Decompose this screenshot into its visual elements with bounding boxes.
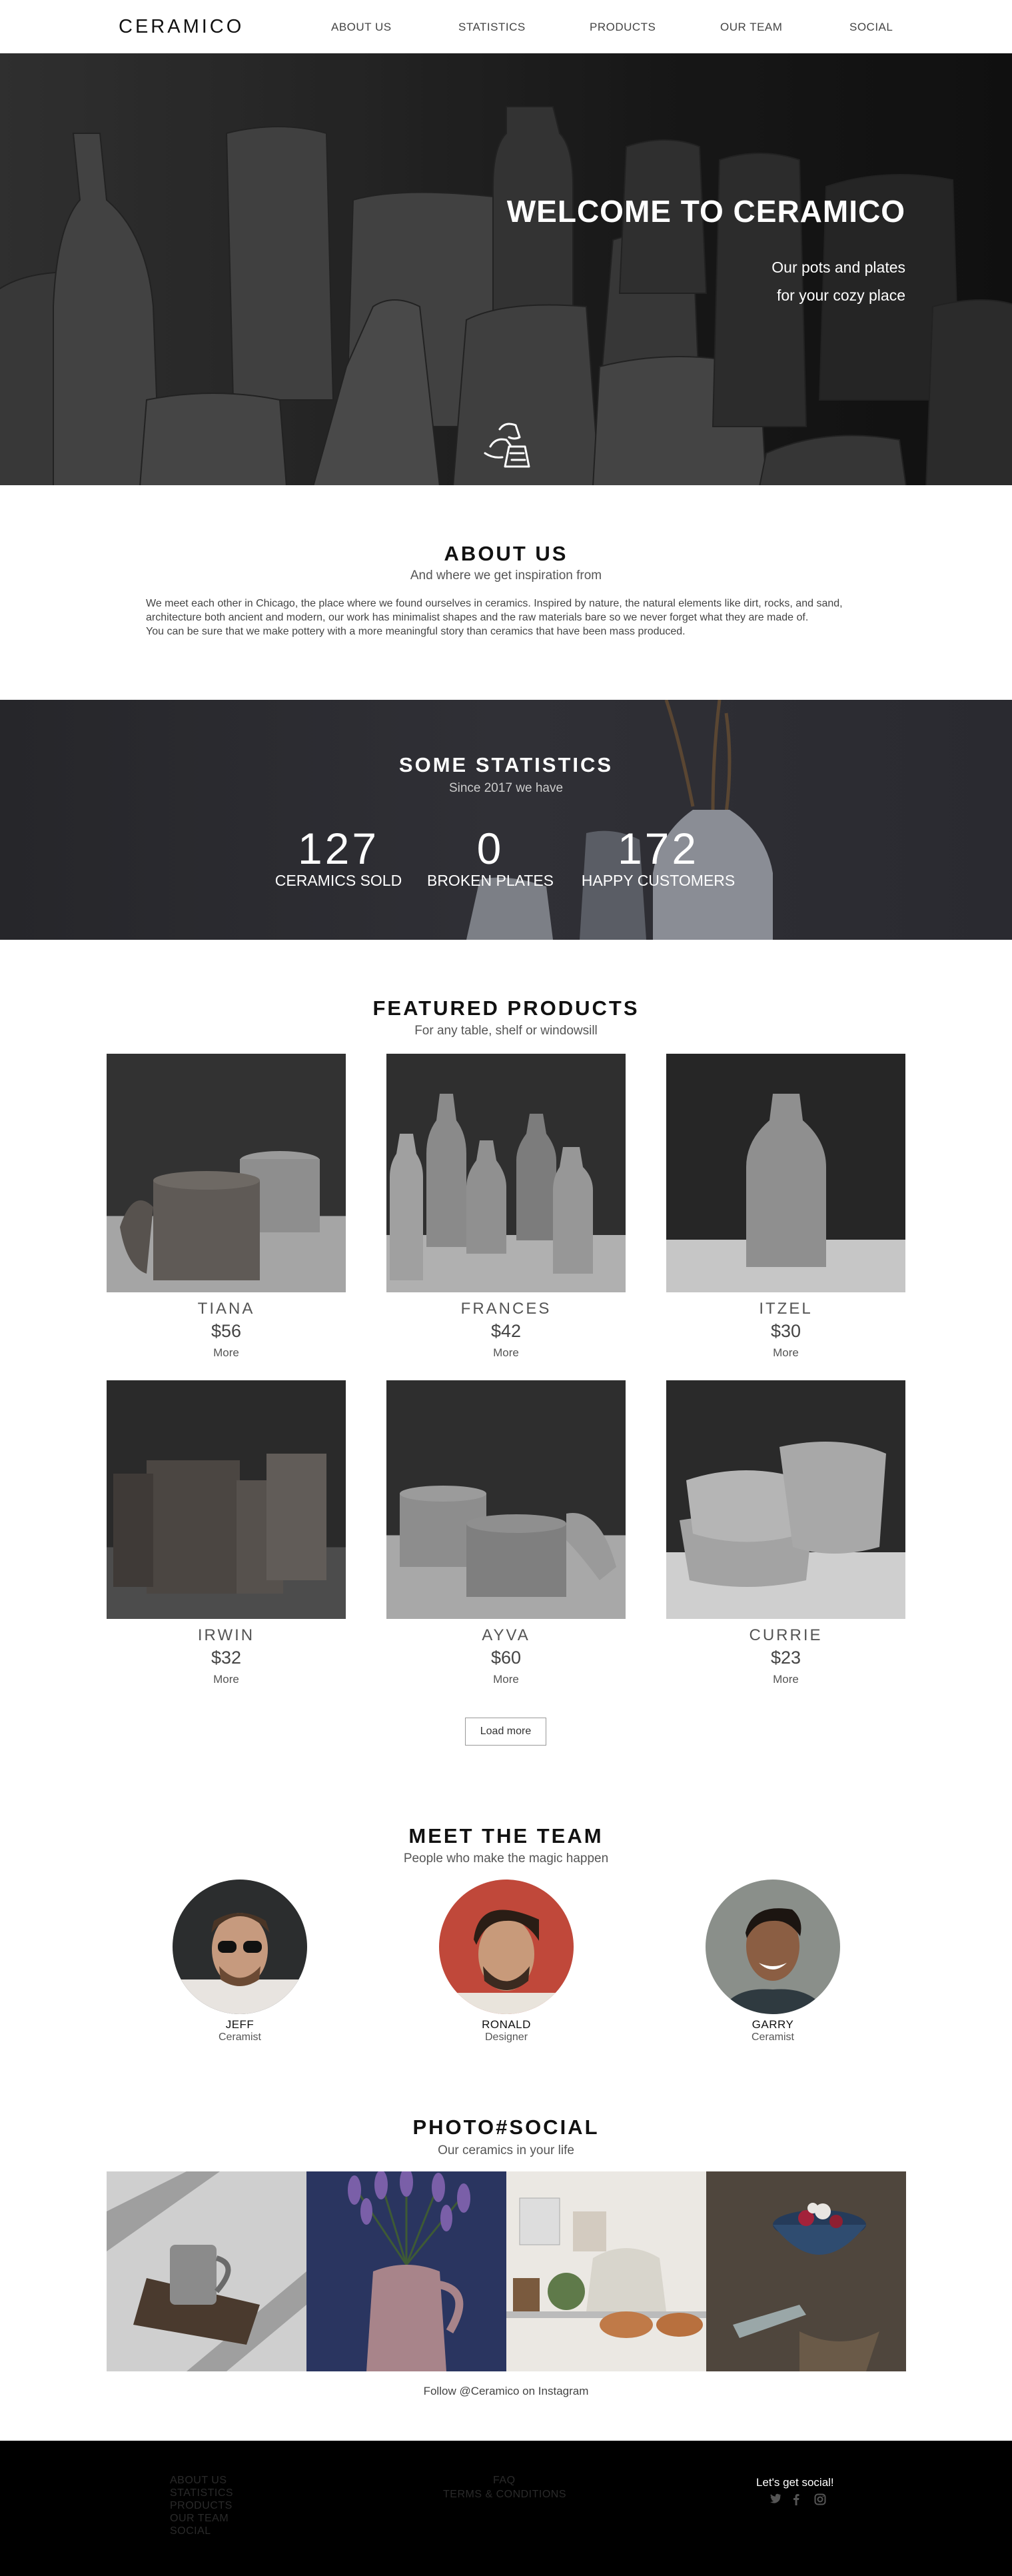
- product-name-frances[interactable]: FRANCES: [386, 1300, 626, 1318]
- top-nav: CERAMICO ABOUT US STATISTICS PRODUCTS OU…: [0, 0, 1012, 53]
- stat-value-ceramics-sold: 127: [297, 824, 380, 873]
- twitter-icon[interactable]: [769, 2493, 781, 2504]
- product-photo-tiana: [120, 1151, 320, 1280]
- statistics-title: SOME STATISTICS: [398, 753, 614, 776]
- social-photo-2[interactable]: [306, 2171, 506, 2371]
- product-name-currie[interactable]: CURRIE: [666, 1626, 905, 1645]
- portrait-ronald: [439, 1910, 574, 2014]
- nav-item-social[interactable]: SOCIAL: [849, 21, 893, 34]
- hero-subtitle: Our pots and plates for your cozy place: [771, 253, 905, 309]
- product-price-currie: $23: [770, 1648, 801, 1668]
- hero-section: WELCOME TO CERAMICO Our pots and plates …: [0, 53, 1012, 485]
- social-title: PHOTO#SOCIAL: [412, 2115, 600, 2139]
- products-title: FEATURED PRODUCTS: [372, 996, 640, 1020]
- portrait-jeff: [173, 1913, 307, 2014]
- team-name-garry: GARRY: [752, 2018, 794, 2031]
- social-photo-berry-bowl: [706, 2171, 906, 2371]
- avatar-ronald[interactable]: [439, 1880, 574, 2014]
- nav-item-products[interactable]: PRODUCTS: [590, 21, 656, 34]
- team-name-ronald: RONALD: [482, 2018, 531, 2031]
- footer-social-heading: Let's get social!: [756, 2476, 834, 2489]
- product-image-currie[interactable]: [666, 1380, 905, 1619]
- facebook-icon[interactable]: [793, 2493, 799, 2505]
- product-more-link-frances[interactable]: More: [386, 1346, 626, 1360]
- instagram-icon[interactable]: [814, 2493, 826, 2505]
- product-photo-ayva: [400, 1486, 616, 1597]
- hero-subtitle-line-2: for your cozy place: [776, 287, 905, 304]
- team-role-jeff: Ceramist: [218, 2031, 261, 2043]
- footer-link-about-us[interactable]: ABOUT US: [170, 2475, 227, 2487]
- stat-label-happy-customers: HAPPY CUSTOMERS: [581, 872, 736, 889]
- hero-subtitle-line-1: Our pots and plates: [771, 259, 905, 276]
- social-photo-kitchen-shelf: [506, 2197, 706, 2338]
- product-name-itzel[interactable]: ITZEL: [666, 1300, 905, 1318]
- product-name-tiana[interactable]: TIANA: [107, 1300, 346, 1318]
- product-price-itzel: $30: [770, 1321, 801, 1341]
- avatar-garry[interactable]: [706, 1880, 840, 2014]
- team-title: MEET THE TEAM: [408, 1824, 604, 1848]
- nav-item-about-us[interactable]: ABOUT US: [331, 21, 392, 34]
- product-name-ayva[interactable]: AYVA: [386, 1626, 626, 1645]
- stat-label-ceramics-sold: CERAMICS SOLD: [274, 872, 402, 889]
- product-price-irwin: $32: [211, 1648, 242, 1668]
- footer-link-our-team[interactable]: OUR TEAM: [170, 2513, 229, 2525]
- product-more-link-irwin[interactable]: More: [107, 1673, 346, 1686]
- product-photo-itzel: [746, 1094, 826, 1267]
- social-photo-1[interactable]: [107, 2171, 306, 2371]
- team-role-ronald: Designer: [484, 2031, 528, 2043]
- about-paragraph-2: You can be sure that we make pottery wit…: [146, 626, 686, 637]
- product-more-link-tiana[interactable]: More: [107, 1346, 346, 1360]
- statistics-subtitle: Since 2017 we have: [448, 781, 564, 795]
- stat-value-broken-plates: 0: [476, 824, 504, 873]
- product-more-link-currie[interactable]: More: [666, 1673, 905, 1686]
- product-price-frances: $42: [490, 1321, 522, 1341]
- about-text: We meet each other in Chicago, the place…: [146, 597, 865, 639]
- product-image-irwin[interactable]: [107, 1380, 346, 1619]
- footer-link-terms[interactable]: TERMS & CONDITIONS: [443, 2489, 566, 2501]
- social-subtitle: Our ceramics in your life: [438, 2143, 574, 2157]
- about-paragraph-1: We meet each other in Chicago, the place…: [146, 598, 843, 623]
- pottery-hands-icon[interactable]: [476, 417, 537, 471]
- product-image-tiana[interactable]: [107, 1054, 346, 1292]
- footer-link-statistics[interactable]: STATISTICS: [170, 2487, 233, 2499]
- team-subtitle: People who make the magic happen: [403, 1852, 609, 1866]
- footer-link-products[interactable]: PRODUCTS: [170, 2500, 233, 2512]
- social-photo-mug-on-board: [107, 2171, 306, 2371]
- portrait-garry: [719, 1908, 829, 2014]
- team-role-garry: Ceramist: [751, 2031, 794, 2043]
- product-more-link-itzel[interactable]: More: [666, 1346, 905, 1360]
- product-photo-irwin: [113, 1454, 326, 1594]
- logo[interactable]: CERAMICO: [119, 16, 244, 38]
- team-name-jeff: JEFF: [225, 2018, 254, 2031]
- product-more-link-ayva[interactable]: More: [386, 1673, 626, 1686]
- about-title: ABOUT US: [444, 542, 568, 565]
- product-price-tiana: $56: [211, 1321, 242, 1341]
- product-photo-frances: [390, 1094, 593, 1280]
- product-name-irwin[interactable]: IRWIN: [107, 1626, 346, 1645]
- hero-title: WELCOME TO CERAMICO: [506, 194, 905, 229]
- product-image-itzel[interactable]: [666, 1054, 905, 1292]
- about-subtitle: And where we get inspiration from: [410, 569, 602, 583]
- load-more-button[interactable]: Load more: [465, 1718, 546, 1746]
- stat-label-broken-plates: BROKEN PLATES: [426, 872, 554, 889]
- statistics-background-image: [466, 700, 773, 940]
- instagram-follow-link[interactable]: Follow @Ceramico on Instagram: [0, 2385, 1012, 2398]
- footer-link-social[interactable]: SOCIAL: [170, 2525, 211, 2537]
- statistics-section: SOME STATISTICS Since 2017 we have 127 C…: [0, 700, 1012, 940]
- stat-value-happy-customers: 172: [617, 824, 700, 873]
- products-subtitle: For any table, shelf or windowsill: [414, 1024, 598, 1038]
- nav-item-statistics[interactable]: STATISTICS: [458, 21, 526, 34]
- footer: ABOUT US STATISTICS PRODUCTS OUR TEAM SO…: [0, 2441, 1012, 2576]
- footer-link-faq[interactable]: FAQ: [493, 2475, 516, 2487]
- product-photo-currie: [680, 1442, 886, 1587]
- social-photo-3[interactable]: [506, 2171, 706, 2371]
- social-photo-4[interactable]: [706, 2171, 906, 2371]
- product-image-ayva[interactable]: [386, 1380, 626, 1619]
- avatar-jeff[interactable]: [173, 1880, 307, 2014]
- social-photo-lavender-vase: [348, 2171, 470, 2371]
- product-image-frances[interactable]: [386, 1054, 626, 1292]
- nav-item-our-team[interactable]: OUR TEAM: [720, 21, 782, 34]
- product-price-ayva: $60: [490, 1648, 522, 1668]
